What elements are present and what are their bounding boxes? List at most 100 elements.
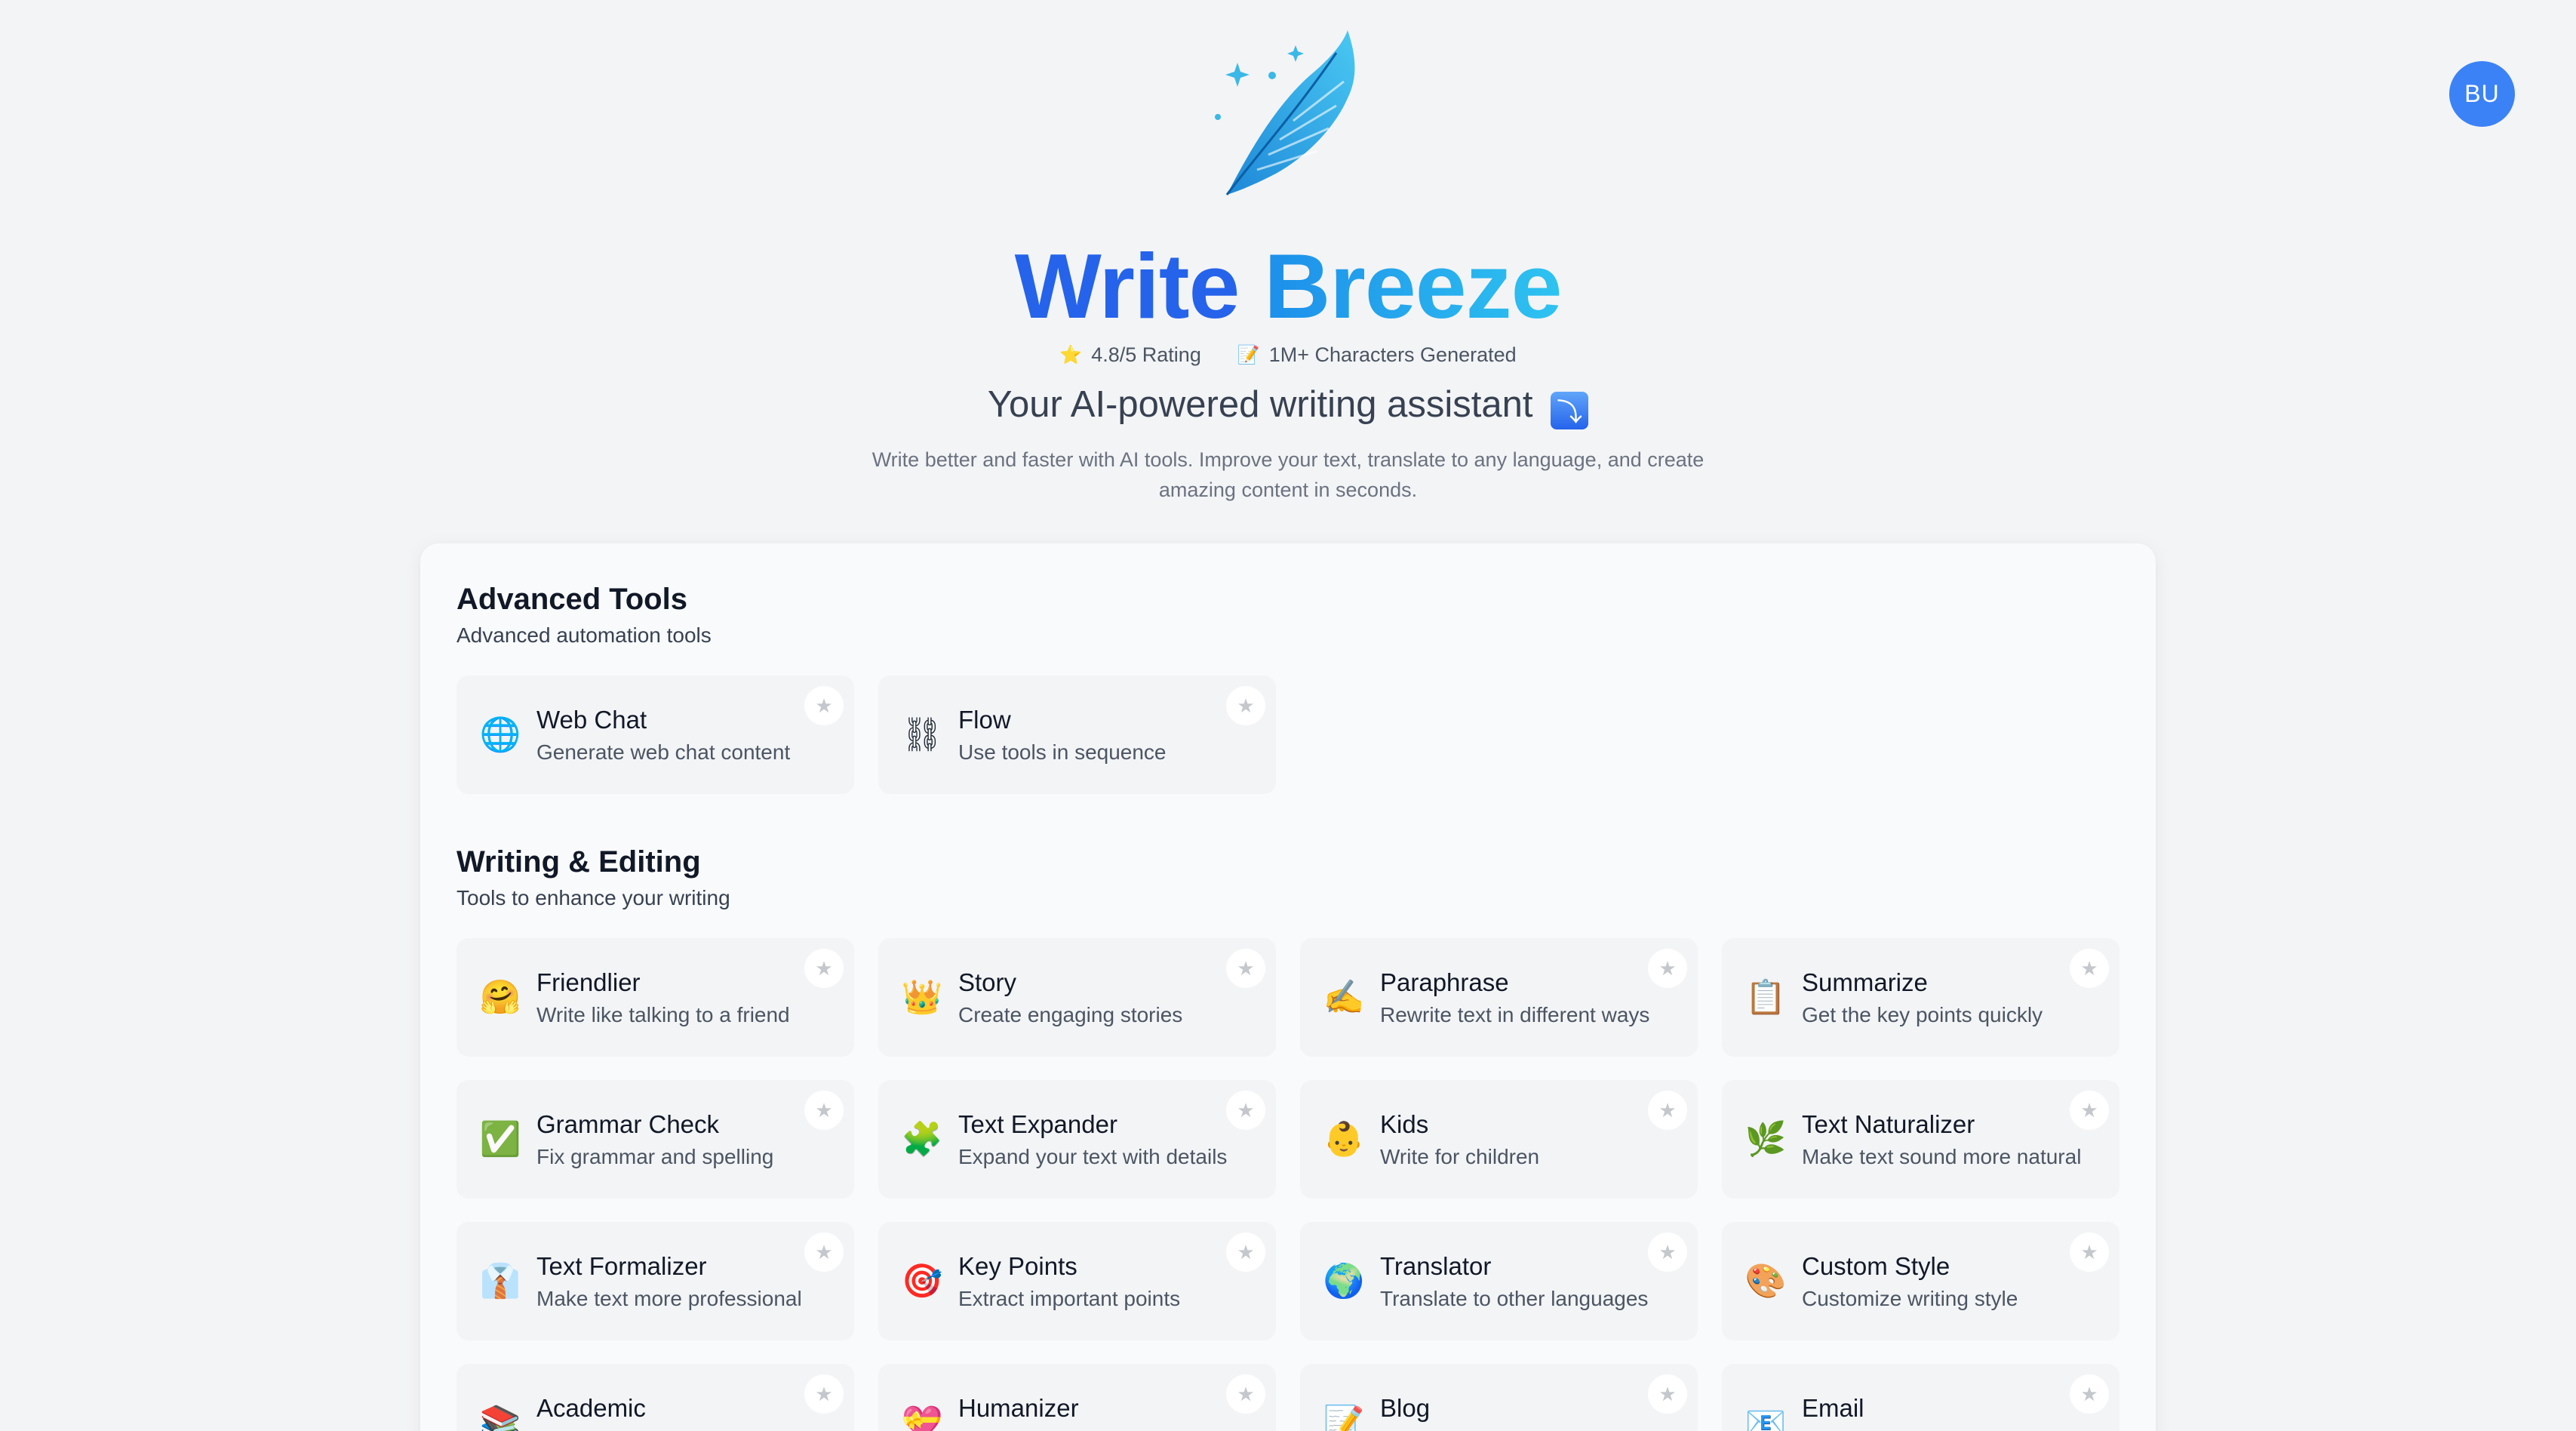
tool-title: Academic xyxy=(536,1394,646,1422)
tool-title: Web Chat xyxy=(536,706,647,734)
tool-card-kids[interactable]: 👶 Kids Write for children ★ xyxy=(1300,1080,1698,1199)
tool-card-friendlier[interactable]: 🤗 Friendlier Write like talking to a fri… xyxy=(456,938,854,1057)
necktie-icon: 👔 xyxy=(479,1262,521,1300)
tool-card-translator[interactable]: 🌍 Translator Translate to other language… xyxy=(1300,1222,1698,1340)
tool-title: Flow xyxy=(958,706,1011,734)
section-subtitle-writing: Tools to enhance your writing xyxy=(456,886,730,909)
tool-card-text-naturalizer[interactable]: 🌿 Text Naturalizer Make text sound more … xyxy=(1722,1080,2120,1199)
favorite-star-icon[interactable]: ★ xyxy=(1648,1233,1687,1272)
favorite-star-icon[interactable]: ★ xyxy=(2070,1091,2109,1130)
tool-card-academic[interactable]: 📚 Academic ★ xyxy=(456,1364,854,1431)
tool-card-text-expander[interactable]: 🧩 Text Expander Expand your text with de… xyxy=(878,1080,1276,1199)
check-mark-icon: ✅ xyxy=(479,1120,521,1158)
tool-subtitle: Use tools in sequence xyxy=(958,740,1167,764)
tools-panel: Advanced Tools Advanced automation tools… xyxy=(420,543,2156,1431)
brand-title: Write Breeze xyxy=(0,235,2576,337)
memo-icon: 📝 xyxy=(1323,1404,1365,1431)
tagline-text: Your AI-powered writing assistant xyxy=(987,384,1533,425)
tool-title: Story xyxy=(958,968,1017,996)
tool-card-blog[interactable]: 📝 Blog ★ xyxy=(1300,1364,1698,1431)
tool-title: Text Naturalizer xyxy=(1802,1110,1975,1138)
heart-ribbon-icon: 💝 xyxy=(901,1404,943,1431)
puzzle-piece-icon: 🧩 xyxy=(901,1120,943,1158)
tool-title: Custom Style xyxy=(1802,1252,1950,1280)
hugging-face-icon: 🤗 xyxy=(479,978,521,1016)
writing-hand-icon: ✍️ xyxy=(1323,978,1365,1016)
section-title-advanced: Advanced Tools xyxy=(456,583,687,616)
baby-icon: 👶 xyxy=(1323,1120,1365,1158)
stats-row: ⭐ 4.8/5 Rating 📝 1M+ Characters Generate… xyxy=(0,343,2576,367)
tool-card-custom-style[interactable]: 🎨 Custom Style Customize writing style ★ xyxy=(1722,1222,2120,1340)
tool-title: Blog xyxy=(1380,1394,1431,1422)
tool-subtitle: Make text sound more natural xyxy=(1802,1145,2082,1168)
tool-card-paraphrase[interactable]: ✍️ Paraphrase Rewrite text in different … xyxy=(1300,938,1698,1057)
section-subtitle-advanced: Advanced automation tools xyxy=(456,623,712,647)
memo-icon: 📝 xyxy=(1237,345,1260,365)
favorite-star-icon[interactable]: ★ xyxy=(804,949,844,988)
favorite-star-icon[interactable]: ★ xyxy=(804,1374,844,1414)
tool-subtitle: Write for children xyxy=(1380,1145,1540,1168)
characters-text: 1M+ Characters Generated xyxy=(1268,343,1517,366)
tool-title: Email xyxy=(1802,1394,1864,1422)
favorite-star-icon[interactable]: ★ xyxy=(804,1233,844,1272)
characters-stat: 📝 1M+ Characters Generated xyxy=(1237,343,1517,367)
tool-title: Kids xyxy=(1380,1110,1429,1138)
tool-title: Key Points xyxy=(958,1252,1077,1280)
palette-icon: 🎨 xyxy=(1744,1262,1787,1300)
favorite-star-icon[interactable]: ★ xyxy=(2070,1374,2109,1414)
tool-title: Humanizer xyxy=(958,1394,1079,1422)
brand-word-write: Write xyxy=(1014,235,1240,337)
envelope-icon: 📧 xyxy=(1744,1404,1787,1431)
tool-subtitle: Fix grammar and spelling xyxy=(536,1145,774,1168)
tagline: Your AI-powered writing assistant ⤵ xyxy=(0,383,2576,429)
tool-title: Grammar Check xyxy=(536,1110,720,1138)
chain-icon: ⛓ xyxy=(901,716,943,753)
favorite-star-icon[interactable]: ★ xyxy=(1226,949,1265,988)
tool-card-key-points[interactable]: 🎯 Key Points Extract important points ★ xyxy=(878,1222,1276,1340)
tool-subtitle: Write like talking to a friend xyxy=(536,1003,790,1026)
tool-subtitle: Translate to other languages xyxy=(1380,1287,1649,1310)
tool-subtitle: Generate web chat content xyxy=(536,740,791,764)
earth-globe-icon: 🌍 xyxy=(1323,1262,1365,1300)
favorite-star-icon[interactable]: ★ xyxy=(1226,1374,1265,1414)
tool-title: Friendlier xyxy=(536,968,641,996)
tool-card-summarize[interactable]: 📋 Summarize Get the key points quickly ★ xyxy=(1722,938,2120,1057)
tool-title: Paraphrase xyxy=(1380,968,1509,996)
star-icon: ⭐ xyxy=(1059,345,1083,365)
tool-subtitle: Make text more professional xyxy=(536,1287,802,1310)
tool-card-web-chat[interactable]: 🌐 Web Chat Generate web chat content ★ xyxy=(456,675,854,794)
favorite-star-icon[interactable]: ★ xyxy=(2070,949,2109,988)
favorite-star-icon[interactable]: ★ xyxy=(1226,1091,1265,1130)
tool-card-flow[interactable]: ⛓ Flow Use tools in sequence ★ xyxy=(878,675,1276,794)
crown-icon: 👑 xyxy=(901,978,943,1016)
section-title-writing: Writing & Editing xyxy=(456,845,701,879)
favorite-star-icon[interactable]: ★ xyxy=(1648,949,1687,988)
tool-card-email[interactable]: 📧 Email ★ xyxy=(1722,1364,2120,1431)
tool-subtitle: Customize writing style xyxy=(1802,1287,2018,1310)
tool-title: Translator xyxy=(1380,1252,1492,1280)
tool-card-grammar-check[interactable]: ✅ Grammar Check Fix grammar and spelling… xyxy=(456,1080,854,1199)
favorite-star-icon[interactable]: ★ xyxy=(1226,686,1265,725)
description: Write better and faster with AI tools. I… xyxy=(871,448,1705,501)
tool-card-humanizer[interactable]: 💝 Humanizer ★ xyxy=(878,1364,1276,1431)
tool-card-story[interactable]: 👑 Story Create engaging stories ★ xyxy=(878,938,1276,1057)
books-icon: 📚 xyxy=(479,1404,521,1431)
user-avatar[interactable]: BU xyxy=(2449,61,2515,127)
tool-subtitle: Create engaging stories xyxy=(958,1003,1183,1026)
tool-title: Text Formalizer xyxy=(536,1252,707,1280)
globe-icon: 🌐 xyxy=(479,716,521,753)
favorite-star-icon[interactable]: ★ xyxy=(1648,1374,1687,1414)
rating-text: 4.8/5 Rating xyxy=(1091,343,1201,366)
favorite-star-icon[interactable]: ★ xyxy=(804,1091,844,1130)
tool-subtitle: Extract important points xyxy=(958,1287,1181,1310)
favorite-star-icon[interactable]: ★ xyxy=(1226,1233,1265,1272)
feather-logo-icon xyxy=(1215,30,1355,195)
herb-icon: 🌿 xyxy=(1744,1120,1787,1158)
tool-title: Summarize xyxy=(1802,968,1928,996)
brand-word-breeze: Breeze xyxy=(1264,235,1562,337)
tool-card-text-formalizer[interactable]: 👔 Text Formalizer Make text more profess… xyxy=(456,1222,854,1340)
favorite-star-icon[interactable]: ★ xyxy=(2070,1233,2109,1272)
arrow-down-icon: ⤵ xyxy=(1551,391,1589,429)
favorite-star-icon[interactable]: ★ xyxy=(1648,1091,1687,1130)
favorite-star-icon[interactable]: ★ xyxy=(804,686,844,725)
